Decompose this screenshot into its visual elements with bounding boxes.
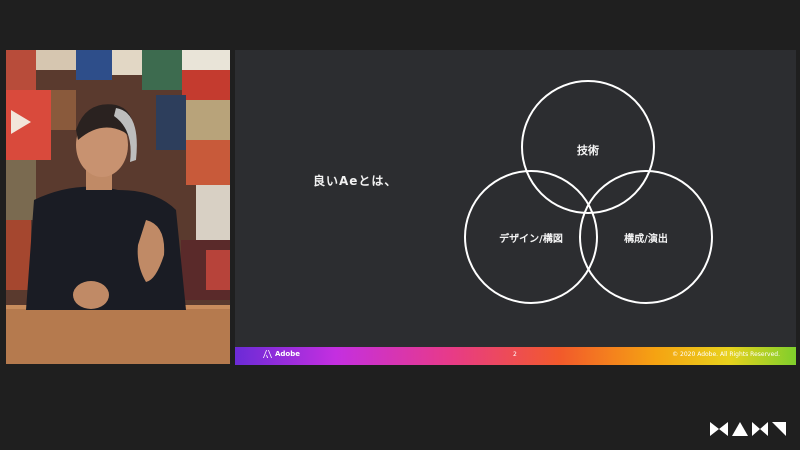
venn-label-top: 技術 <box>577 143 599 157</box>
adobe-icon <box>263 350 272 358</box>
copyright-text: © 2020 Adobe. All Rights Reserved. <box>672 351 780 358</box>
adobe-brand-label: Adobe <box>275 350 300 358</box>
presenter-image <box>6 50 230 364</box>
presenter-video <box>6 50 230 364</box>
adobe-logo: Adobe <box>263 350 300 358</box>
presentation-slide: 良いAeとは、 技術 デザイン/構図 構成/演出 Adobe 2 © 2020 … <box>235 50 796 365</box>
slide-footer: Adobe 2 © 2020 Adobe. All Rights Reserve… <box>235 347 796 365</box>
max-logo-icon <box>710 422 786 436</box>
venn-label-right: 構成/演出 <box>624 232 668 245</box>
venn-label-left: デザイン/構図 <box>499 232 563 245</box>
slide-page-number: 2 <box>513 351 517 358</box>
venn-diagram: 技術 デザイン/構図 構成/演出 <box>464 80 713 304</box>
